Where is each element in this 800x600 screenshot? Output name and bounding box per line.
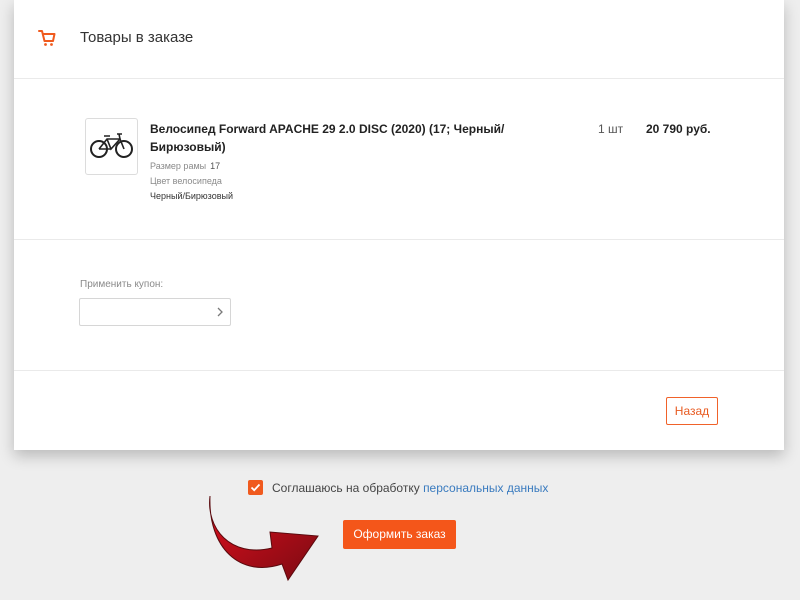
product-price: 20 790 руб. bbox=[646, 122, 711, 136]
cart-icon bbox=[38, 30, 56, 46]
bicycle-icon bbox=[90, 133, 133, 158]
back-button[interactable]: Назад bbox=[666, 397, 718, 425]
prop-value: 17 bbox=[210, 161, 221, 171]
product-name[interactable]: Велосипед Forward APACHE 29 2.0 DISC (20… bbox=[150, 120, 530, 156]
coupon-input[interactable] bbox=[79, 298, 231, 326]
card-header: Товары в заказе bbox=[14, 0, 784, 79]
prop-label: Размер рамы bbox=[150, 161, 207, 171]
prop-color-label: Цвет велосипеда bbox=[150, 176, 222, 186]
coupon-label: Применить купон: bbox=[80, 279, 164, 290]
product-thumbnail[interactable] bbox=[85, 118, 138, 175]
prop-color-value: Черный/Бирюзовый bbox=[150, 191, 233, 201]
page-title: Товары в заказе bbox=[80, 29, 194, 46]
coupon-section: Применить купон: bbox=[14, 240, 784, 371]
pointer-arrow-icon bbox=[209, 495, 319, 582]
personal-data-link[interactable]: персональных данных bbox=[423, 481, 548, 495]
chevron-right-icon[interactable] bbox=[216, 306, 224, 318]
product-quantity: 1 шт bbox=[598, 122, 624, 136]
order-items-card: Товары в заказе Велосипед Forward APACHE… bbox=[14, 0, 784, 450]
prop-frame-size: Размер рамы 17 bbox=[150, 161, 220, 171]
submit-order-button[interactable]: Оформить заказ bbox=[343, 520, 456, 549]
product-row: Велосипед Forward APACHE 29 2.0 DISC (20… bbox=[14, 79, 784, 240]
